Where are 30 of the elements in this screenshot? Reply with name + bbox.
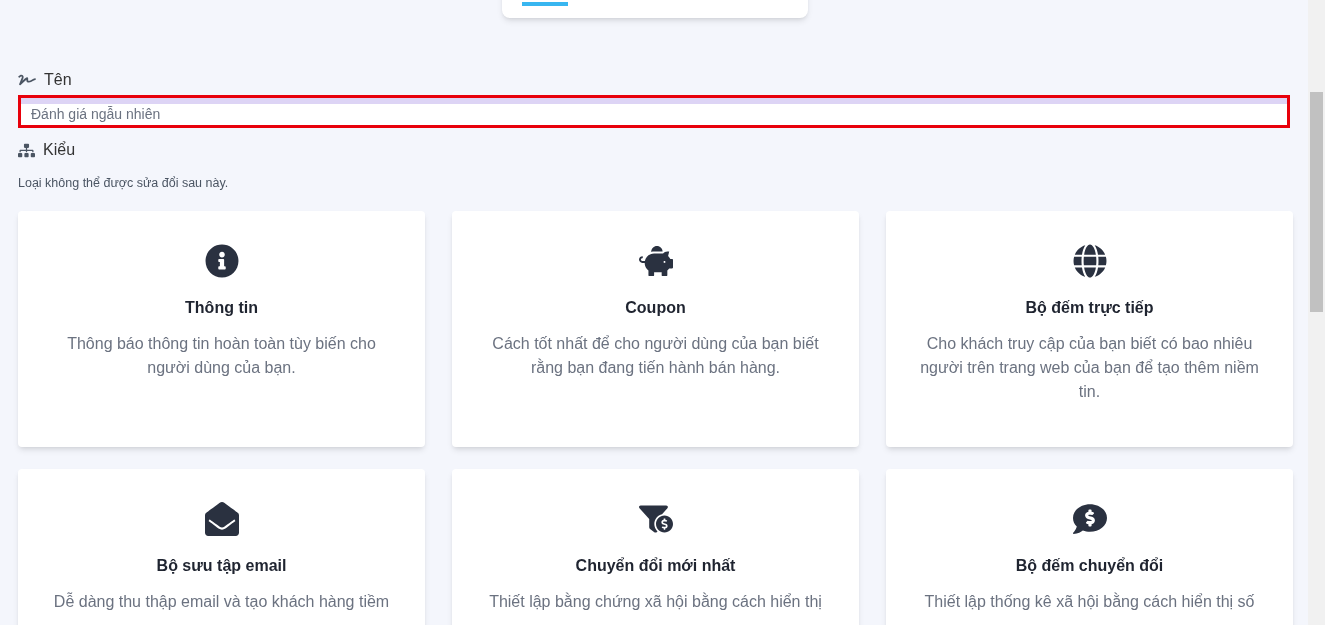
sitemap-icon bbox=[18, 142, 35, 158]
type-card[interactable]: Thông tin Thông báo thông tin hoàn toàn tùy biến cho người dùng của bạn. bbox=[18, 210, 425, 447]
card-description: Dễ dàng thu thập email và tạo khách hàng tiềm bbox=[53, 591, 390, 612]
hint-text: Loại không thể được sửa đổi sau này. bbox=[18, 175, 230, 192]
type-card[interactable]: Bộ sưu tập email Dễ dàng thu thập email và tạo khách hàng tiềm bbox=[18, 468, 425, 625]
card-description: Cách tốt nhất để cho người dùng của bạn biết rằng bạn đang tiến hành bán hàng. bbox=[491, 333, 820, 378]
card-description: Thiết lập bằng chứng xã hội bằng cách hiển thị bbox=[489, 591, 822, 612]
info-icon bbox=[204, 243, 239, 278]
name-input-field[interactable]: Đánh giá ngẫu nhiên bbox=[18, 95, 1290, 128]
card-description: Thiết lập thống kê xã hội bằng cách hiển thị số bbox=[924, 591, 1255, 612]
card-description: Thông báo thông tin hoàn toàn tùy biến cho người dùng của bạn. bbox=[66, 333, 377, 378]
globe-icon bbox=[1072, 243, 1107, 278]
field-label: Tên bbox=[44, 70, 72, 90]
card-title: Bộ đếm trực tiếp bbox=[1025, 297, 1154, 318]
card-title: Bộ đếm chuyển đổi bbox=[1015, 555, 1164, 576]
signature-icon bbox=[18, 73, 36, 87]
section-label: Kiểu bbox=[43, 140, 76, 160]
speech-bubble-dollar-icon bbox=[1072, 501, 1107, 536]
envelope-icon bbox=[204, 501, 239, 536]
piggy-bank-icon bbox=[638, 243, 673, 278]
scrollbar[interactable] bbox=[1308, 0, 1325, 625]
type-card[interactable]: Bộ đếm trực tiếp Cho khách truy cập của bạn biết có bao nhiêu người trên trang web của bạn để tạo thêm niềm tin. bbox=[886, 210, 1293, 447]
card-title: Chuyển đổi mới nhất bbox=[575, 555, 736, 576]
card-title: Coupon bbox=[625, 297, 686, 318]
type-card[interactable]: Coupon Cách tốt nhất để cho người dùng của bạn biết rằng bạn đang tiến hành bán hàng. bbox=[452, 210, 859, 447]
card-description: Cho khách truy cập của bạn biết có bao nhiêu người trên trang web của bạn để tạo thêm niềm tin. bbox=[919, 333, 1260, 402]
type-card[interactable]: Chuyển đổi mới nhất Thiết lập bằng chứng xã hội bằng cách hiển thị bbox=[452, 468, 859, 625]
type-card[interactable]: Bộ đếm chuyển đổi Thiết lập thống kê xã hội bằng cách hiển thị số bbox=[886, 468, 1293, 625]
card-title: Bộ sưu tập email bbox=[156, 555, 287, 576]
card-title: Thông tin bbox=[185, 297, 258, 318]
